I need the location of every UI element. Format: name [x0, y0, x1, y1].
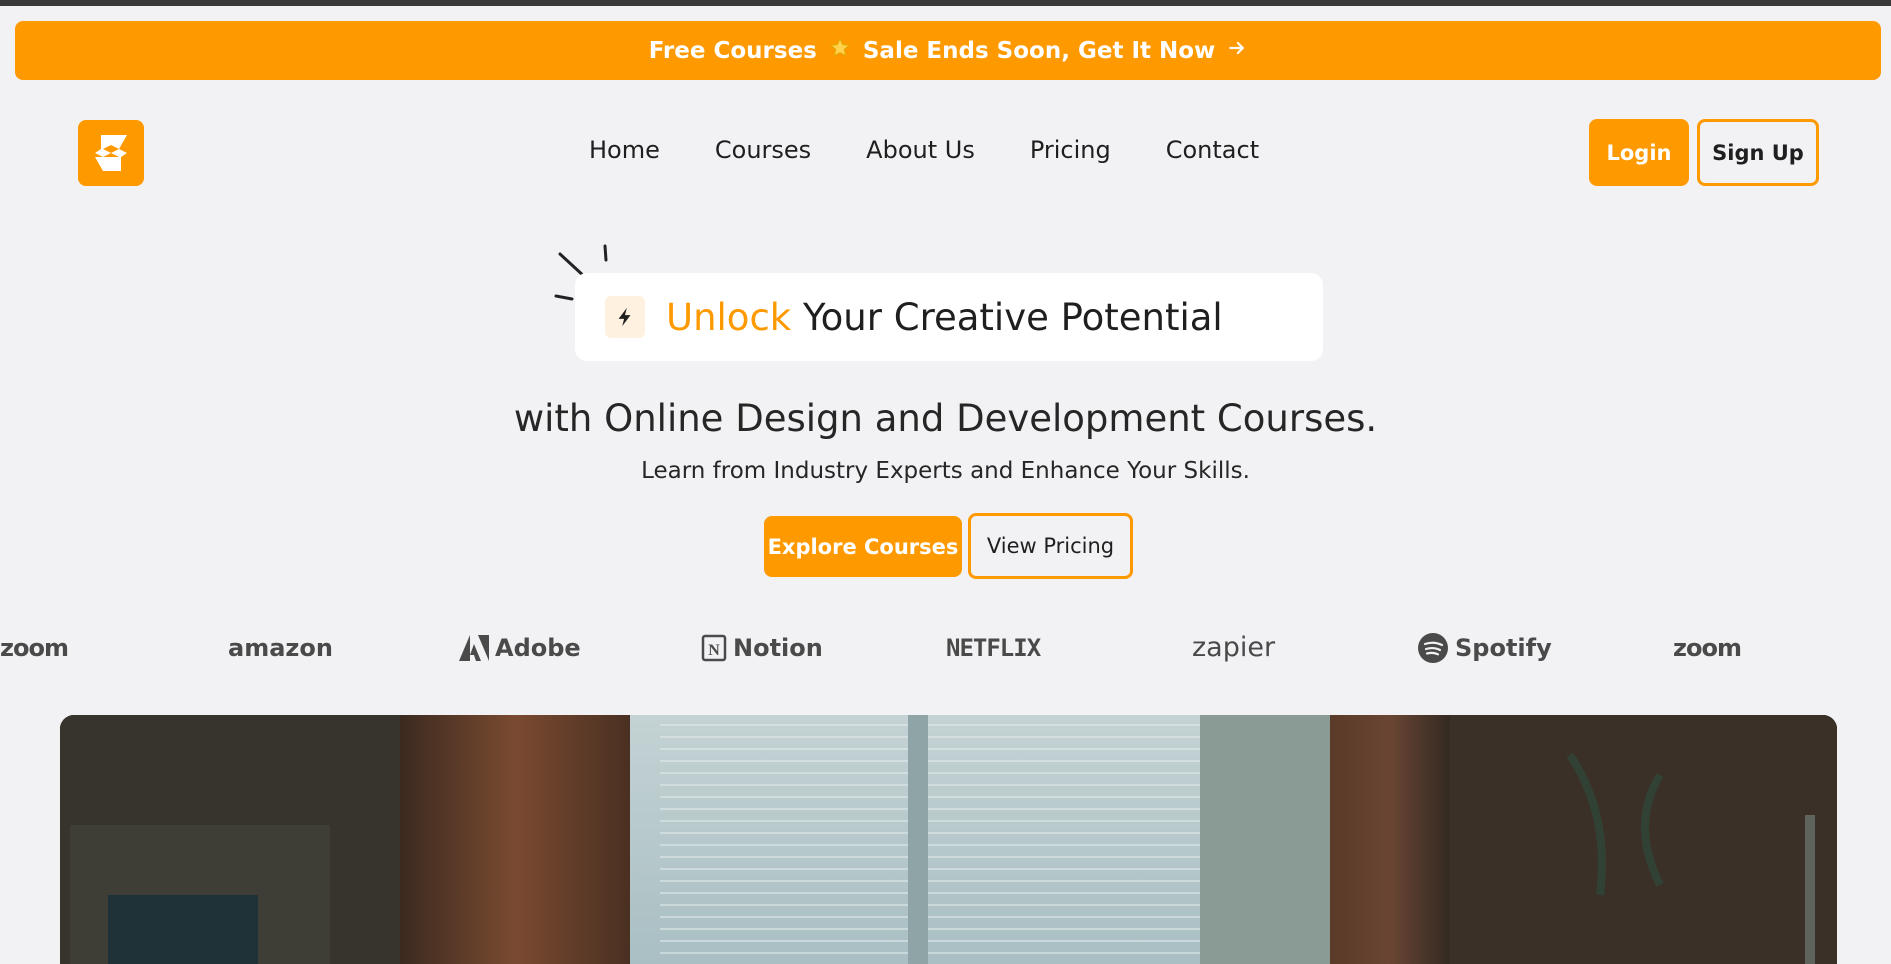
partner-logo-zapier: zapier	[1192, 632, 1276, 663]
adobe-icon	[459, 634, 489, 661]
partner-logo-zoom: zoom	[1673, 633, 1742, 662]
nav-item-home[interactable]: Home	[589, 136, 660, 164]
spotify-icon	[1418, 632, 1448, 663]
explore-courses-button[interactable]: Explore Courses	[764, 516, 962, 577]
hero-title-accent: Unlock	[666, 295, 792, 339]
hero-title-card: Unlock Your Creative Potential	[575, 273, 1323, 361]
signup-button[interactable]: Sign Up	[1697, 119, 1819, 186]
notion-icon: N	[701, 634, 727, 661]
partner-logo-notion: N Notion	[701, 625, 823, 670]
svg-text:N: N	[708, 642, 720, 659]
hero-title: Unlock Your Creative Potential	[666, 296, 1223, 339]
hero-tagline: Learn from Industry Experts and Enhance …	[641, 458, 1250, 484]
promo-banner[interactable]: Free Courses Sale Ends Soon, Get It Now	[15, 21, 1881, 80]
nav-item-pricing[interactable]: Pricing	[1030, 136, 1111, 164]
nav-item-about-us[interactable]: About Us	[866, 136, 975, 164]
s-logo-icon	[95, 135, 127, 171]
nav-item-contact[interactable]: Contact	[1166, 136, 1259, 164]
partner-logo-netflix: NETFLIX	[946, 633, 1041, 662]
promo-left-text: Free Courses	[648, 37, 817, 64]
view-pricing-button[interactable]: View Pricing	[968, 513, 1133, 579]
star-icon	[829, 37, 851, 65]
main-nav: Home Courses About Us Pricing Contact	[589, 136, 1259, 164]
window-top-border	[0, 0, 1891, 6]
nav-item-courses[interactable]: Courses	[715, 136, 811, 164]
hero-title-rest: Your Creative Potential	[802, 295, 1223, 339]
partner-logo-spotify: Spotify	[1417, 625, 1552, 670]
promo-right-text: Sale Ends Soon, Get It Now	[862, 37, 1216, 64]
partner-logos-strip: zoom amazon Adobe N Notion NETFLIX zapie…	[0, 625, 1891, 670]
video-frame-image	[60, 715, 1837, 964]
arrow-right-icon	[1227, 38, 1247, 64]
partner-logo-adobe: Adobe	[459, 625, 581, 670]
hero-subtitle: with Online Design and Development Cours…	[513, 397, 1378, 440]
site-logo[interactable]	[78, 120, 144, 186]
login-button[interactable]: Login	[1589, 119, 1689, 186]
hero-video[interactable]	[60, 715, 1837, 964]
bolt-icon	[605, 296, 645, 338]
partner-logo-zoom: zoom	[0, 633, 69, 662]
partner-logo-amazon: amazon	[228, 633, 333, 662]
